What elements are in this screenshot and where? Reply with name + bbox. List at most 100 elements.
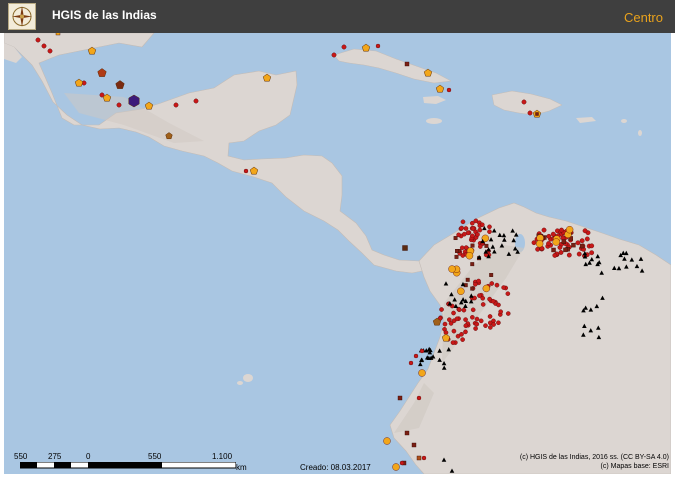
settlement-marker[interactable]: [589, 250, 595, 256]
settlement-marker[interactable]: [442, 321, 448, 327]
settlement-marker[interactable]: [505, 291, 511, 296]
admin-marker[interactable]: [404, 61, 410, 67]
settlement-marker[interactable]: [462, 231, 467, 237]
settlement-marker[interactable]: [448, 265, 456, 273]
settlement-marker[interactable]: [494, 282, 500, 288]
admin-marker[interactable]: [470, 243, 475, 248]
settlement-marker[interactable]: [463, 323, 469, 329]
settlement-marker[interactable]: [473, 281, 478, 287]
settlement-marker[interactable]: [460, 337, 465, 342]
admin-marker[interactable]: [454, 254, 459, 259]
settlement-marker[interactable]: [498, 309, 503, 314]
settlement-marker[interactable]: [535, 240, 544, 248]
settlement-marker[interactable]: [454, 316, 460, 322]
settlement-marker[interactable]: [478, 244, 483, 249]
settlement-marker[interactable]: [408, 360, 414, 366]
settlement-marker[interactable]: [552, 238, 560, 246]
settlement-marker[interactable]: [451, 328, 457, 334]
settlement-marker[interactable]: [419, 348, 425, 354]
settlement-marker[interactable]: [496, 320, 501, 326]
settlement-marker[interactable]: [470, 226, 476, 231]
admin-marker[interactable]: [470, 262, 475, 267]
settlement-marker[interactable]: [478, 318, 484, 324]
settlement-marker[interactable]: [477, 293, 482, 298]
settlement-marker[interactable]: [41, 43, 47, 49]
settlement-marker[interactable]: [576, 251, 582, 257]
admin-marker[interactable]: [535, 112, 539, 116]
settlement-marker[interactable]: [457, 307, 462, 313]
settlement-marker[interactable]: [488, 325, 493, 330]
admin-marker[interactable]: [55, 33, 61, 36]
admin-marker[interactable]: [561, 239, 567, 244]
settlement-marker[interactable]: [243, 168, 249, 174]
settlement-marker[interactable]: [483, 323, 488, 328]
settlement-marker[interactable]: [589, 243, 595, 249]
admin-marker[interactable]: [416, 455, 422, 461]
settlement-marker[interactable]: [491, 322, 496, 327]
settlement-marker[interactable]: [418, 369, 426, 377]
admin-marker[interactable]: [489, 273, 494, 277]
settlement-marker[interactable]: [490, 298, 496, 304]
settlement-marker[interactable]: [582, 228, 588, 234]
admin-marker[interactable]: [484, 243, 489, 248]
settlement-marker[interactable]: [448, 321, 454, 326]
settlement-marker[interactable]: [446, 87, 452, 93]
settlement-marker[interactable]: [487, 229, 492, 234]
settlement-marker[interactable]: [487, 314, 493, 319]
settlement-marker[interactable]: [546, 233, 552, 239]
settlement-marker[interactable]: [451, 310, 456, 316]
settlement-marker[interactable]: [550, 231, 556, 237]
admin-marker[interactable]: [404, 430, 410, 436]
settlement-marker[interactable]: [566, 252, 572, 258]
settlement-marker[interactable]: [480, 302, 486, 307]
settlement-marker[interactable]: [477, 227, 483, 233]
settlement-marker[interactable]: [584, 236, 590, 242]
admin-marker[interactable]: [455, 249, 459, 253]
settlement-marker[interactable]: [472, 295, 477, 301]
settlement-marker[interactable]: [505, 311, 511, 316]
settlement-marker[interactable]: [463, 329, 468, 335]
settlement-marker[interactable]: [459, 225, 464, 231]
settlement-marker[interactable]: [331, 52, 337, 58]
settlement-marker[interactable]: [459, 331, 464, 337]
settlement-marker[interactable]: [541, 227, 547, 233]
settlement-marker[interactable]: [475, 232, 480, 237]
settlement-marker[interactable]: [392, 463, 400, 471]
settlement-marker[interactable]: [439, 307, 444, 312]
settlement-marker[interactable]: [546, 241, 551, 246]
settlement-marker[interactable]: [35, 37, 41, 43]
settlement-marker[interactable]: [558, 250, 564, 255]
admin-marker[interactable]: [402, 245, 408, 251]
settlement-marker[interactable]: [193, 98, 199, 104]
settlement-marker[interactable]: [173, 102, 179, 108]
settlement-marker[interactable]: [559, 227, 564, 233]
settlement-marker[interactable]: [487, 224, 492, 230]
settlement-marker[interactable]: [489, 281, 495, 286]
admin-marker[interactable]: [465, 277, 470, 282]
admin-marker[interactable]: [571, 242, 576, 248]
settlement-marker[interactable]: [470, 233, 475, 239]
admin-marker[interactable]: [453, 236, 458, 241]
settlement-marker[interactable]: [460, 219, 466, 225]
settlement-marker[interactable]: [421, 455, 427, 461]
settlement-marker[interactable]: [470, 315, 475, 320]
settlement-marker[interactable]: [565, 225, 574, 234]
map-canvas[interactable]: [4, 33, 671, 474]
settlement-marker[interactable]: [375, 43, 381, 49]
settlement-marker[interactable]: [579, 238, 585, 244]
admin-marker[interactable]: [551, 247, 556, 253]
settlement-marker[interactable]: [459, 245, 465, 251]
admin-marker[interactable]: [411, 442, 417, 448]
settlement-marker[interactable]: [535, 246, 541, 252]
settlement-marker[interactable]: [47, 48, 53, 54]
settlement-marker[interactable]: [341, 44, 347, 50]
settlement-marker[interactable]: [399, 460, 405, 466]
settlement-marker[interactable]: [474, 321, 480, 327]
admin-marker[interactable]: [397, 395, 403, 401]
admin-marker[interactable]: [470, 286, 475, 291]
settlement-marker[interactable]: [479, 222, 485, 228]
settlement-marker[interactable]: [474, 316, 480, 322]
settlement-marker[interactable]: [116, 102, 122, 108]
settlement-marker[interactable]: [496, 302, 501, 308]
settlement-marker[interactable]: [482, 284, 491, 293]
